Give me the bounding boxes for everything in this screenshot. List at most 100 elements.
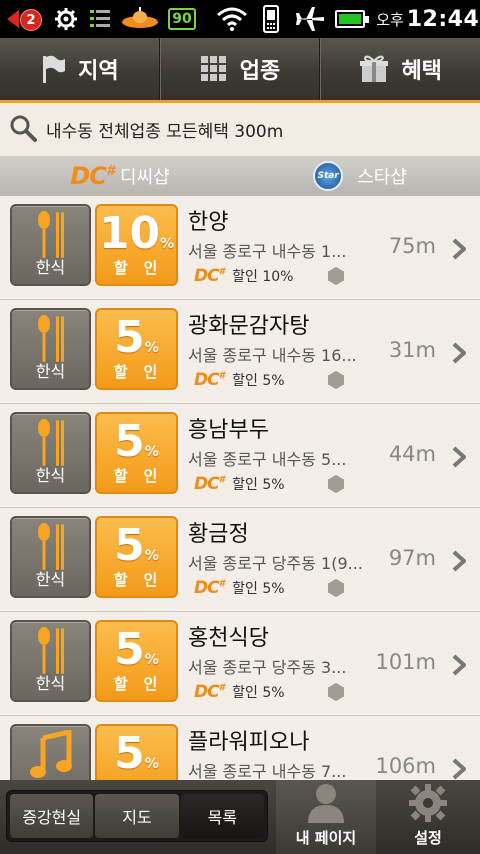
benefit-row: DC# 할인 10% [194, 266, 293, 286]
spoon-chopsticks-icon [12, 210, 89, 260]
discount-badge: 5% 할인 [95, 412, 178, 494]
dc-logo-icon: DC# [194, 682, 225, 702]
spoon-chopsticks-icon [12, 418, 89, 468]
list-item[interactable]: 한식 5% 할인 광화문감자탕 서울 종로구 내수동 16... 31m DC#… [0, 300, 480, 404]
top-nav: 지역 업종 혜택 [0, 38, 480, 100]
discount-badge: 10% 할인 [95, 204, 178, 286]
discount-label: 할인 [113, 363, 174, 381]
chevron-right-icon [452, 446, 466, 468]
shop-address: 서울 종로구 내수동 16... [188, 346, 357, 365]
benefit-row: DC# 할인 5% [194, 578, 285, 598]
task-list-icon [86, 0, 114, 38]
settings-button[interactable]: 설정 [376, 780, 480, 854]
discount-unit: % [160, 236, 175, 252]
benefit-text: 할인 5% [232, 373, 285, 389]
discount-label: 할인 [113, 675, 174, 693]
discount-label: 할인 [113, 259, 174, 277]
status-ampm: 오후 [376, 10, 404, 29]
dc-logo-icon: DC# [194, 474, 225, 494]
discount-unit: % [144, 652, 159, 668]
my-page-button[interactable]: 내 페이지 [276, 780, 376, 854]
shop-address: 서울 종로구 내수동 5... [188, 450, 347, 469]
benefit-row: DC# 할인 5% [194, 682, 285, 702]
battery-percent-indicator: 90 [164, 0, 200, 38]
shop-address: 서울 종로구 당주동 1(9... [188, 554, 363, 573]
shop-name: 홍천식당 [188, 626, 269, 651]
tab-dcshop[interactable]: DC# 디씨샵 [0, 156, 240, 196]
nav-benefit-label: 혜택 [401, 59, 442, 84]
ufo-icon [118, 0, 162, 38]
discount-value: 5 [114, 520, 145, 571]
list-item[interactable]: 한식 5% 할인 흥남부두 서울 종로구 내수동 5... 44m DC# 할인… [0, 404, 480, 508]
benefit-row: DC# 할인 5% [194, 370, 285, 390]
gear-icon [408, 783, 448, 827]
discount-unit: % [144, 340, 159, 356]
shop-name: 플라워피오나 [188, 730, 310, 755]
discount-unit: % [144, 756, 159, 772]
brand-tabs: DC# 디씨샵 Star 스타샵 [0, 156, 480, 196]
hexagon-icon [326, 474, 346, 494]
benefit-text: 할인 5% [232, 581, 285, 597]
nav-region-button[interactable]: 지역 [0, 38, 160, 100]
benefit-text: 할인 5% [232, 477, 285, 493]
star-logo-icon: Star [313, 161, 344, 191]
benefit-text: 할인 5% [232, 685, 285, 701]
discount-value: 5 [114, 416, 145, 467]
discount-value: 5 [114, 312, 145, 363]
search-query-text: 내수동 전체업종 모든혜택 300m [46, 122, 284, 142]
category-badge: 한식 [10, 516, 91, 598]
hexagon-icon [326, 266, 346, 286]
shop-distance: 44m [388, 442, 436, 466]
shop-distance: 75m [388, 234, 436, 258]
chevron-right-icon [452, 238, 466, 260]
nav-business-type-button[interactable]: 업종 [159, 38, 321, 100]
notification-badge[interactable]: 2 [20, 9, 42, 31]
music-note-icon [12, 730, 89, 780]
hexagon-icon [326, 578, 346, 598]
nav-benefit-button[interactable]: 혜택 [320, 38, 480, 100]
shop-list[interactable]: 한식 10% 할인 한양 서울 종로구 내수동 1... 75m DC# 할인 … [0, 196, 480, 780]
list-item[interactable]: 한식 5% 할인 홍천식당 서울 종로구 당주동 3... 101m DC# 할… [0, 612, 480, 716]
shop-name: 흥남부두 [188, 418, 269, 443]
benefit-row: DC# 할인 5% [194, 474, 285, 494]
category-badge: 한식 [10, 620, 91, 702]
discount-badge: 5% 할인 [95, 620, 178, 702]
search-icon [8, 113, 38, 147]
discount-label: 할인 [113, 571, 174, 589]
shop-address: 서울 종로구 내수동 7... [188, 762, 347, 780]
discount-unit: % [144, 548, 159, 564]
gear-icon [52, 0, 80, 38]
shop-address: 서울 종로구 내수동 1... [188, 242, 347, 261]
category-badge: 한식 [10, 308, 91, 390]
tab-starshop[interactable]: Star 스타샵 [240, 156, 480, 196]
list-item[interactable]: 5% 할인 플라워피오나 서울 종로구 내수동 7... 106m [0, 716, 480, 780]
segment-list[interactable]: 목록 [180, 794, 264, 838]
benefit-text: 할인 10% [232, 269, 294, 285]
category-label: 한식 [35, 258, 66, 277]
notification-arrow-icon [7, 10, 19, 28]
list-item[interactable]: 한식 5% 할인 황금정 서울 종로구 당주동 1(9... 97m DC# 할… [0, 508, 480, 612]
list-item[interactable]: 한식 10% 할인 한양 서울 종로구 내수동 1... 75m DC# 할인 … [0, 196, 480, 300]
discount-value: 5 [114, 728, 145, 779]
discount-value: 10 [98, 208, 161, 259]
shop-distance: 106m [375, 754, 436, 778]
segment-map[interactable]: 지도 [95, 794, 179, 838]
phone-signal-icon [256, 0, 286, 38]
dc-logo-icon: DC# [194, 578, 225, 598]
grid-icon [200, 55, 228, 83]
shop-name: 한양 [188, 210, 229, 235]
discount-value: 5 [114, 624, 145, 675]
search-filter-bar[interactable]: 내수동 전체업종 모든혜택 300m [0, 100, 480, 156]
discount-label: 할인 [113, 467, 174, 485]
status-time: 12:44 [406, 6, 480, 32]
segment-ar[interactable]: 증강현실 [10, 794, 94, 838]
nav-region-label: 지역 [78, 59, 119, 84]
gift-icon [359, 54, 389, 84]
tab-dcshop-label: 디씨샵 [120, 167, 170, 188]
flag-icon [40, 54, 66, 84]
discount-badge: 5% 할인 [95, 724, 178, 780]
chevron-right-icon [452, 758, 466, 780]
category-badge: 한식 [10, 204, 91, 286]
bottom-bar: 증강현실 지도 목록 내 페이지 설정 [0, 780, 480, 854]
category-label: 한식 [35, 570, 66, 589]
